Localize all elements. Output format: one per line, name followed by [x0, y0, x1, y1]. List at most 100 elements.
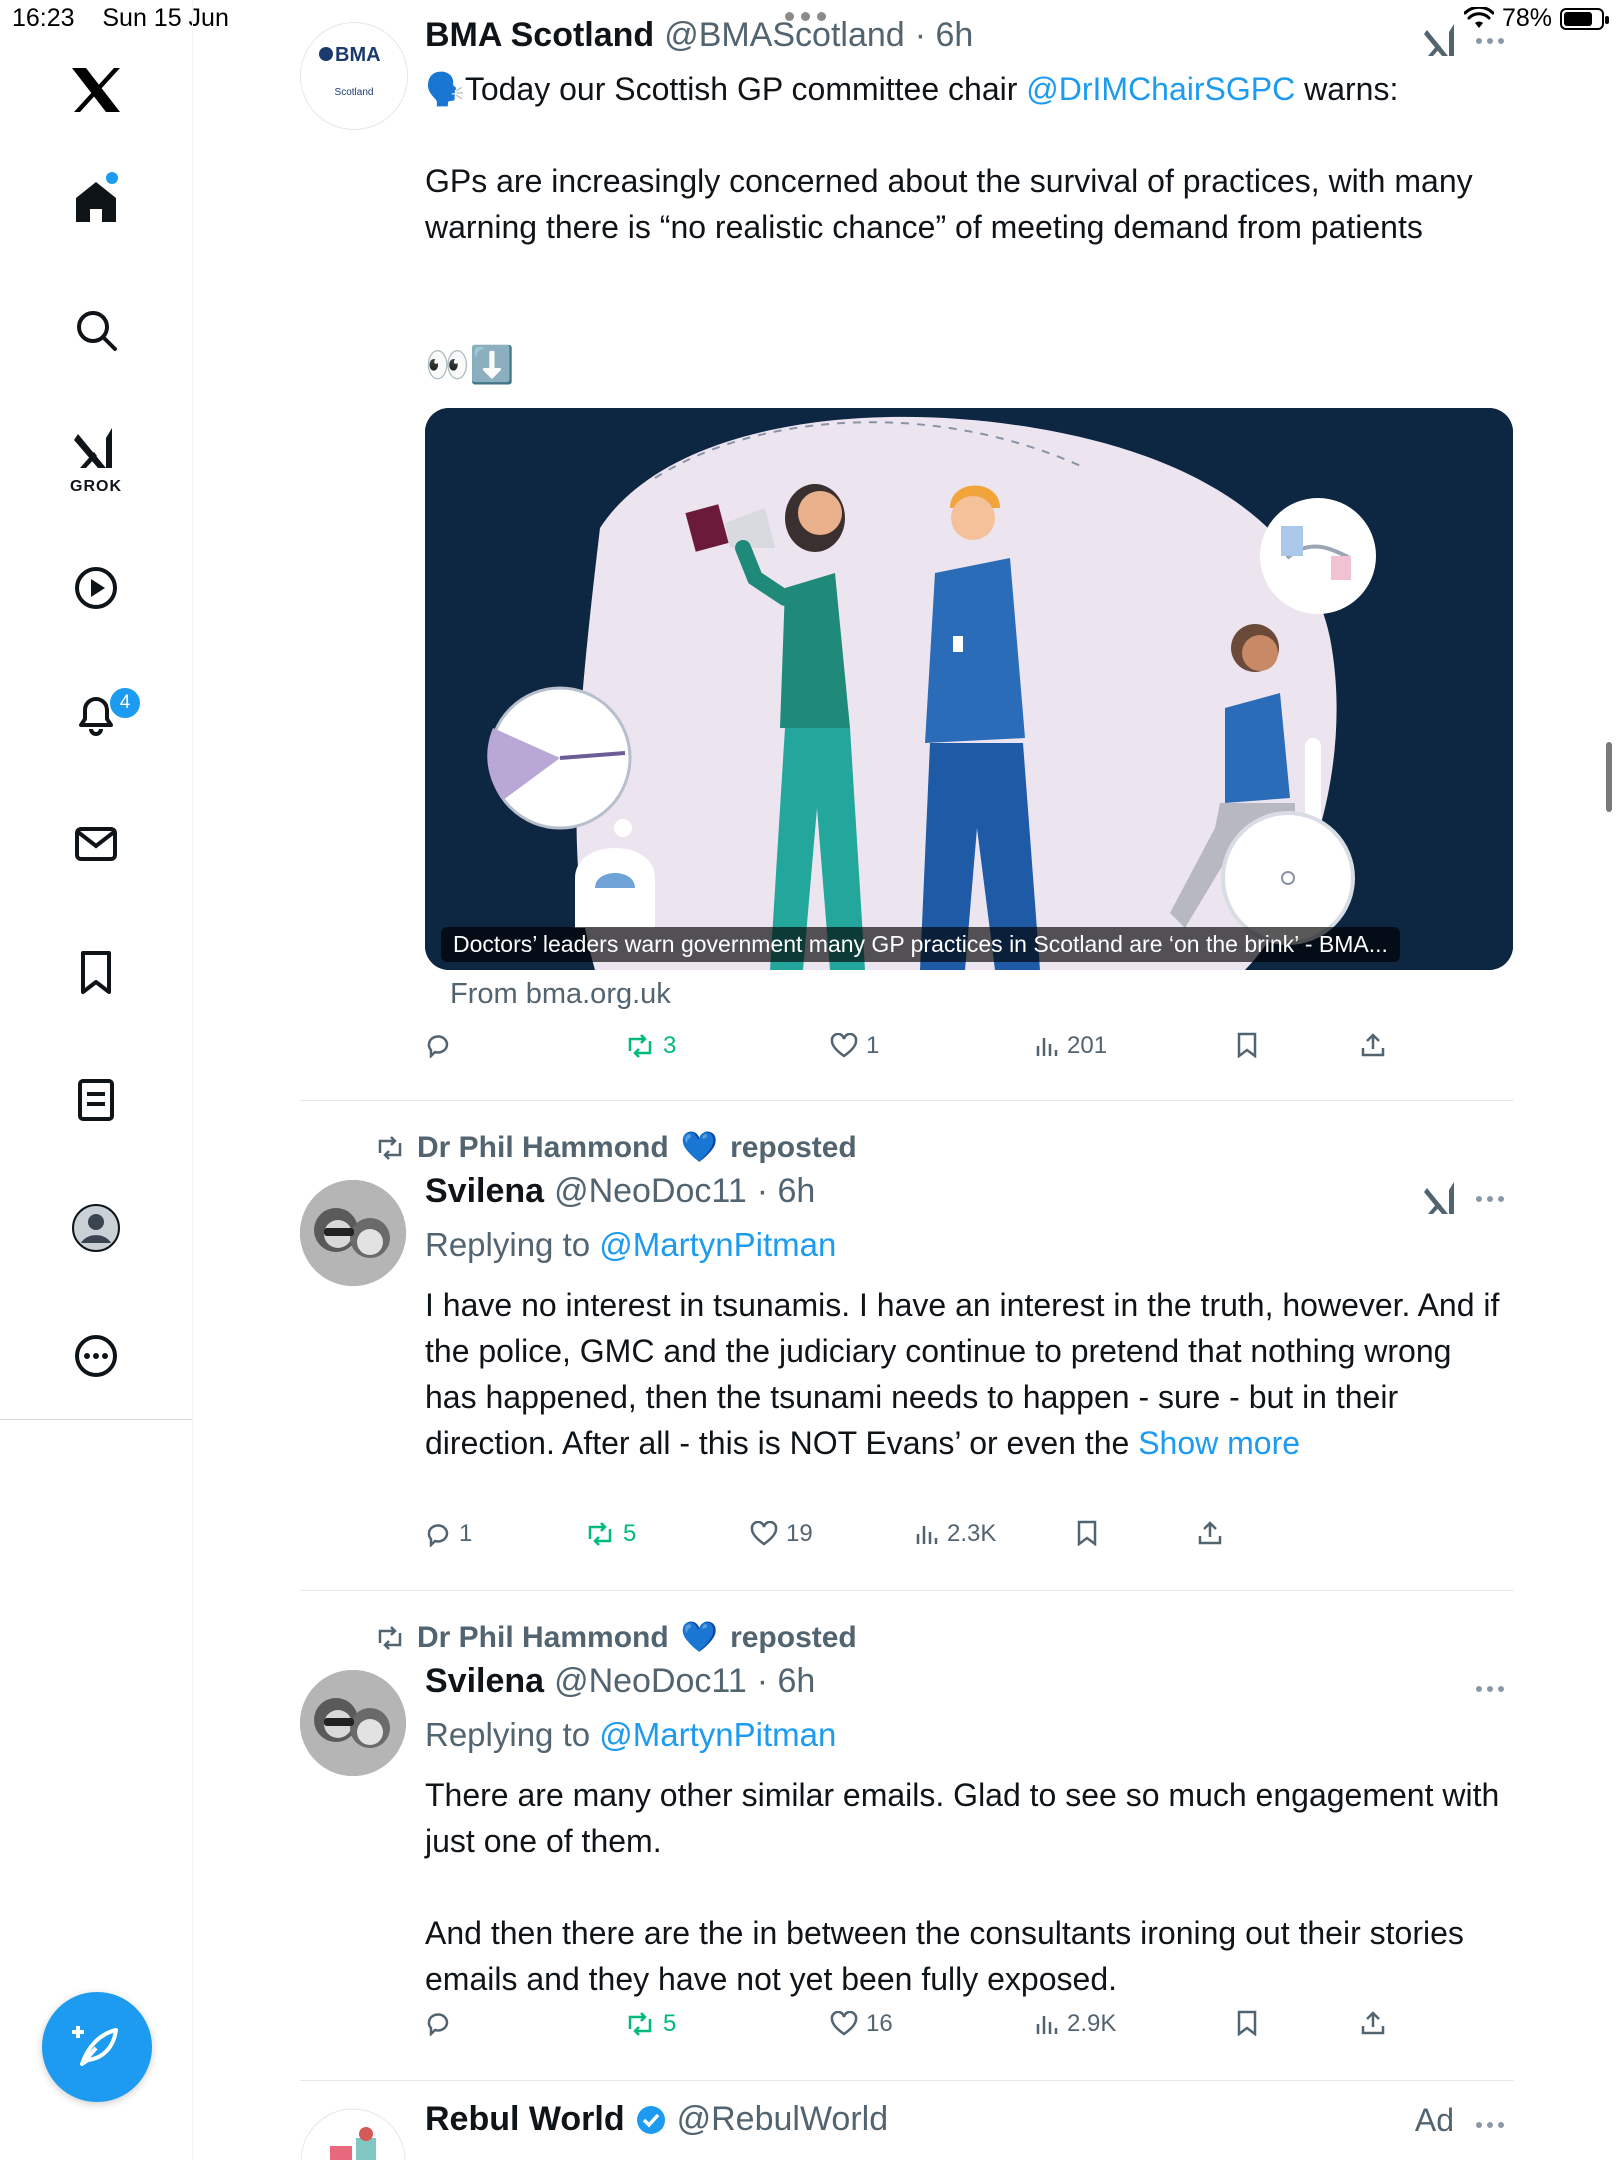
views-button[interactable]: 2.3K	[915, 1520, 996, 1548]
reply-button[interactable]	[425, 1032, 459, 1058]
post-actions: 1 5 19 2.3K	[425, 1520, 1505, 1560]
repost-icon	[588, 1522, 612, 1546]
repost-button[interactable]: 5	[625, 2010, 676, 2038]
sidebar-item-home[interactable]	[52, 158, 140, 246]
author-name[interactable]: Svilena	[425, 1662, 544, 1701]
like-button[interactable]: 16	[830, 2010, 893, 2038]
reply-count: 1	[459, 1520, 473, 1547]
like-count: 19	[786, 1520, 813, 1547]
replying-to-link[interactable]: @MartynPitman	[599, 1226, 836, 1263]
feather-plus-icon	[72, 2026, 118, 2066]
author-handle[interactable]: @NeoDoc11	[554, 1662, 747, 1701]
bookmark-button[interactable]	[1235, 2010, 1259, 2036]
mail-icon	[75, 827, 117, 861]
share-button[interactable]	[1197, 1520, 1223, 1546]
like-button[interactable]: 1	[830, 1032, 879, 1060]
grok-icon	[74, 428, 112, 468]
repost-button[interactable]: 5	[585, 1520, 636, 1548]
reposted-label: reposted	[730, 1620, 857, 1654]
views-icon	[916, 1526, 938, 1544]
mention-link[interactable]: @DrIMChairSGPC	[1026, 71, 1295, 107]
post-actions: 5 16 2.9K	[425, 2010, 1505, 2050]
post-more-icon[interactable]	[1476, 38, 1504, 44]
heart-icon	[830, 2011, 858, 2036]
share-button[interactable]	[1360, 1032, 1386, 1058]
like-button[interactable]: 19	[750, 1520, 813, 1548]
repost-button[interactable]: 3	[625, 1032, 676, 1060]
sidebar-item-profile[interactable]	[52, 1184, 140, 1272]
post-more-icon[interactable]	[1476, 2122, 1504, 2128]
share-button[interactable]	[1360, 2010, 1386, 2036]
card-caption: Doctors’ leaders warn government many GP…	[441, 927, 1400, 962]
sidebar-item-more[interactable]	[52, 1312, 140, 1400]
profile-avatar-icon	[72, 1204, 120, 1252]
reposter-name[interactable]: Dr Phil Hammond	[417, 1621, 669, 1655]
play-circle-icon	[75, 567, 117, 609]
x-logo-icon[interactable]	[52, 46, 140, 134]
post-more-icon[interactable]	[1476, 1686, 1504, 1692]
view-count: 2.3K	[947, 1520, 997, 1547]
avatar[interactable]	[300, 2108, 406, 2160]
repost-attribution: Dr Phil Hammond 💙 reposted	[375, 1130, 857, 1165]
post-more-icon[interactable]	[1476, 1196, 1504, 1202]
bookmark-icon	[1237, 1032, 1257, 1058]
card-source[interactable]: From bma.org.uk	[450, 978, 671, 1011]
repost-small-icon	[378, 1135, 402, 1160]
intro-tail: warns:	[1295, 71, 1399, 107]
repost-attribution: Dr Phil Hammond 💙 reposted	[375, 1620, 857, 1655]
post-bma-scotland[interactable]: BMA Scotland BMA Scotland @BMAScotland ·…	[300, 0, 1514, 1100]
author-name[interactable]: Rebul World	[425, 2100, 625, 2139]
author-handle[interactable]: @NeoDoc11	[554, 1172, 747, 1211]
post-text-body: GPs are increasingly concerned about the…	[425, 163, 1482, 245]
views-button[interactable]: 201	[1035, 1032, 1107, 1060]
reposter-emoji: 💙	[680, 1621, 719, 1654]
views-icon	[1036, 1038, 1058, 1056]
share-icon	[1198, 1521, 1222, 1545]
avatar[interactable]	[300, 1180, 406, 1286]
compose-post-button[interactable]	[42, 1992, 152, 2102]
post-header: Svilena @NeoDoc11 · 6h	[425, 1662, 815, 1701]
like-count: 16	[866, 2010, 893, 2037]
author-name[interactable]: BMA Scotland	[425, 16, 654, 55]
post-svilena-1[interactable]: Dr Phil Hammond 💙 reposted Svilena @NeoD…	[300, 1100, 1514, 1590]
sidebar-item-lists[interactable]	[52, 1056, 140, 1144]
sidebar-item-messages[interactable]	[52, 800, 140, 888]
bookmark-button[interactable]	[1235, 1032, 1259, 1058]
grok-explain-icon[interactable]	[1424, 1180, 1458, 1221]
replying-to-link[interactable]: @MartynPitman	[599, 1716, 836, 1753]
post-header: Rebul World @RebulWorld	[425, 2100, 888, 2139]
reply-button[interactable]: 1	[425, 1520, 472, 1548]
repost-count: 3	[663, 1032, 677, 1059]
post-rebul-world-ad[interactable]: Rebul World @RebulWorld Ad	[300, 2080, 1514, 2160]
reply-button[interactable]	[425, 2010, 459, 2036]
post-text: I have no interest in tsunamis. I have a…	[425, 1287, 1509, 1461]
sidebar-item-bookmarks[interactable]	[52, 928, 140, 1016]
author-name[interactable]: Svilena	[425, 1172, 544, 1211]
sidebar-item-search[interactable]	[52, 286, 140, 374]
avatar[interactable]	[300, 1670, 406, 1776]
post-time: · 6h	[914, 16, 974, 54]
reply-icon	[427, 1035, 449, 1058]
avatar[interactable]: BMA Scotland	[300, 22, 408, 130]
verified-badge-icon	[636, 2105, 665, 2134]
grok-explain-icon[interactable]	[1424, 22, 1458, 63]
sidebar-item-video[interactable]	[52, 544, 140, 632]
bookmark-button[interactable]	[1075, 1520, 1099, 1546]
repost-count: 5	[623, 1520, 637, 1547]
bma-logo-sub: Scotland	[335, 87, 374, 98]
heart-icon	[830, 1033, 858, 1058]
show-more-link[interactable]: Show more	[1138, 1425, 1300, 1461]
repost-small-icon	[378, 1625, 402, 1650]
bookmark-icon	[1077, 1520, 1097, 1546]
reply-icon	[427, 2013, 449, 2036]
link-card[interactable]: Doctors’ leaders warn government many GP…	[425, 408, 1513, 970]
author-handle[interactable]: @BMAScotland	[664, 16, 905, 55]
reposted-label: reposted	[730, 1130, 857, 1164]
author-handle[interactable]: @RebulWorld	[677, 2100, 889, 2139]
post-svilena-2[interactable]: Dr Phil Hammond 💙 reposted Svilena @NeoD…	[300, 1590, 1514, 2080]
views-button[interactable]: 2.9K	[1035, 2010, 1116, 2038]
reposter-name[interactable]: Dr Phil Hammond	[417, 1131, 669, 1165]
notification-badge: 4	[108, 686, 142, 720]
ad-label: Ad	[1414, 2102, 1454, 2138]
scrollbar-thumb[interactable]	[1606, 742, 1612, 812]
